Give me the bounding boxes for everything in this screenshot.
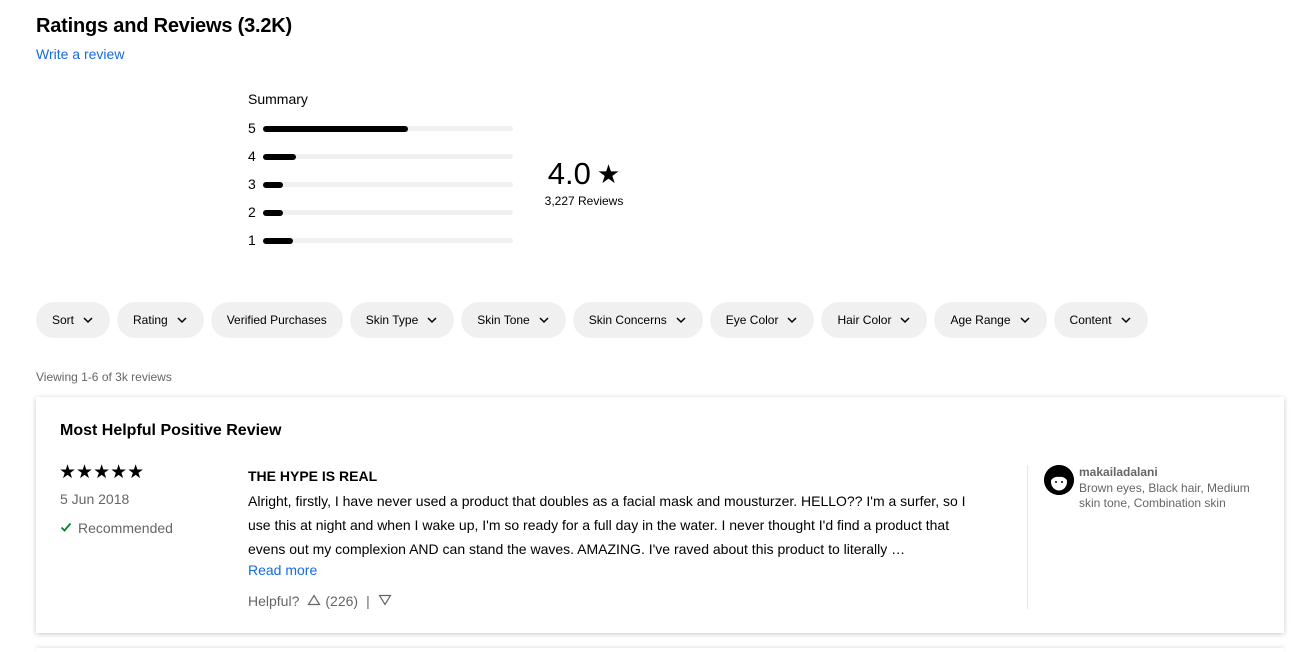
rating-bar-track [263,181,513,188]
chevron-down-icon [176,314,188,326]
review-star-rating: ★★★★★ [59,462,145,483]
rating-bar-track [263,209,513,216]
triangle-up-icon [307,593,321,609]
chevron-down-icon [426,314,438,326]
rating-bar-track [263,237,513,244]
filter-skin-type[interactable]: Skin Type [349,302,455,338]
vote-separator: | [366,593,370,609]
read-more-link[interactable]: Read more [248,562,317,578]
review-date: 5 Jun 2018 [60,491,130,507]
review-card-heading: Most Helpful Positive Review [60,422,282,439]
star-icon: ★ [596,159,621,189]
avatar[interactable] [1044,465,1074,495]
write-review-link[interactable]: Write a review [36,46,124,62]
rating-bar-fill [263,209,283,216]
reviewer-username[interactable]: makailadalani [1079,465,1158,479]
triangle-down-icon [378,593,392,609]
filter-bar: Sort Rating Verified Purchases Skin Type… [36,302,1148,338]
filter-content[interactable]: Content [1053,302,1148,338]
rating-bar-label: 5 [248,120,256,136]
ratings-reviews-section: Ratings and Reviews (3.2K) Write a revie… [0,0,1306,652]
filter-label: Hair Color [837,313,892,327]
chevron-down-icon [1019,314,1031,326]
filter-label: Eye Color [725,313,779,327]
filter-label: Verified Purchases [226,313,327,327]
upvote-count: (226) [325,593,359,609]
filter-label: Skin Tone [477,313,530,327]
rating-bar-label: 2 [248,204,256,220]
rating-bar-label: 3 [248,176,256,192]
summary-label: Summary [248,91,308,107]
rating-bar-label: 4 [248,148,256,164]
next-review-card [36,648,1284,652]
filter-skin-tone[interactable]: Skin Tone [461,302,566,338]
chevron-down-icon [1120,314,1132,326]
filter-label: Skin Type [365,313,419,327]
chevron-down-icon [538,314,550,326]
rating-bar-label: 1 [248,232,256,248]
filter-hair-color[interactable]: Hair Color [821,302,928,338]
rating-bar-track [263,125,513,132]
filter-sort[interactable]: Sort [36,302,111,338]
section-title: Ratings and Reviews (3.2K) [36,15,292,37]
filter-age-range[interactable]: Age Range [934,302,1047,338]
filter-label: Sort [52,313,75,327]
rating-bar-track [263,153,513,160]
filter-label: Rating [133,313,168,327]
review-title: THE HYPE IS REAL [248,468,378,484]
chevron-down-icon [82,314,94,326]
upvote-button[interactable]: (226) [307,593,358,609]
reviewer-divider [1027,465,1028,609]
chevron-down-icon [899,314,911,326]
filter-skin-concerns[interactable]: Skin Concerns [572,302,703,338]
average-rating-value: 4.0 [547,156,591,191]
helpful-votes: Helpful? (226) | [248,593,392,609]
filter-eye-color[interactable]: Eye Color [709,302,815,338]
downvote-button[interactable] [378,593,392,609]
review-card: Most Helpful Positive Review ★★★★★ 5 Jun… [36,397,1284,633]
rating-bar-fill [263,153,296,160]
reviewer-traits: Brown eyes, Black hair, Medium skin tone… [1079,481,1250,510]
rating-bar-fill [263,181,283,188]
filter-verified-purchases[interactable]: Verified Purchases [210,302,343,338]
recommended-badge: Recommended [60,520,173,536]
helpful-label: Helpful? [248,593,300,609]
rating-bar-fill [263,125,408,132]
check-icon [60,520,72,536]
filter-label: Skin Concerns [588,313,667,327]
chevron-down-icon [675,314,687,326]
chevron-down-icon [786,314,798,326]
viewing-count: Viewing 1-6 of 3k reviews [36,370,172,384]
average-rating: 4.0 ★ 3,227 Reviews [540,156,628,208]
filter-label: Content [1069,313,1112,327]
filter-label: Age Range [950,313,1011,327]
rating-bar-fill [263,237,293,244]
filter-rating[interactable]: Rating [117,302,204,338]
recommended-label: Recommended [78,520,173,536]
review-count: 3,227 Reviews [544,194,624,208]
review-body: Alright, firstly, I have never used a pr… [248,493,966,557]
